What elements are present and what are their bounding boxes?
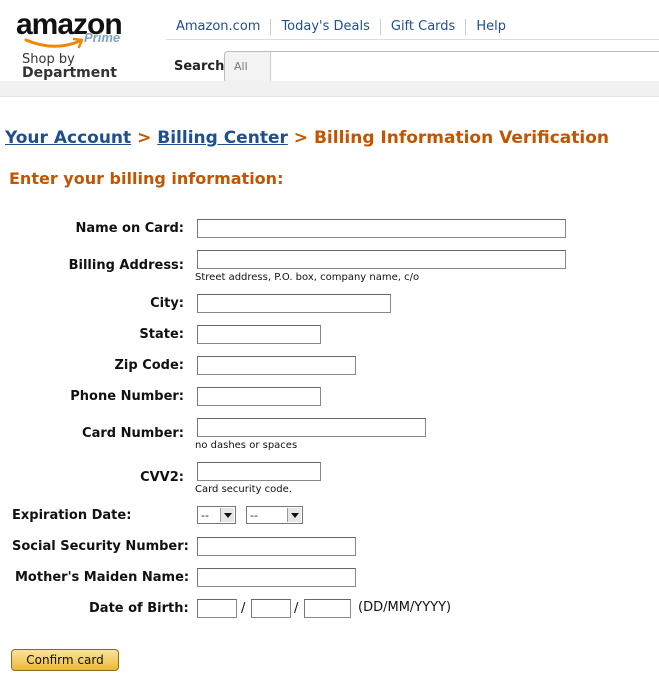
card-number-label: Card Number: bbox=[82, 426, 184, 441]
billing-address-label: Billing Address: bbox=[68, 258, 184, 273]
top-nav: Amazon.com Today's Deals Gift Cards Help bbox=[166, 17, 516, 37]
smile-arrow-icon bbox=[24, 37, 84, 49]
chevron-down-icon bbox=[287, 508, 301, 522]
dob-separator: / bbox=[294, 601, 299, 616]
breadcrumb-separator: > bbox=[137, 128, 152, 148]
header-band bbox=[0, 81, 659, 97]
breadcrumb: Your Account > Billing Center > Billing … bbox=[5, 128, 609, 148]
nav-link-amazon[interactable]: Amazon.com bbox=[166, 19, 270, 35]
cvv2-label: CVV2: bbox=[140, 470, 184, 485]
card-number-hint: no dashes or spaces bbox=[195, 440, 298, 451]
dob-label: Date of Birth: bbox=[89, 601, 189, 616]
billing-address-hint: Street address, P.O. box, company name, … bbox=[195, 272, 420, 283]
confirm-card-button[interactable]: Confirm card bbox=[11, 649, 119, 671]
nav-divider bbox=[166, 39, 659, 40]
breadcrumb-your-account[interactable]: Your Account bbox=[5, 128, 131, 148]
expiration-date-label: Expiration Date: bbox=[12, 508, 132, 523]
state-label: State: bbox=[139, 327, 184, 342]
dob-separator: / bbox=[241, 601, 246, 616]
zip-code-field[interactable] bbox=[197, 356, 356, 375]
city-label: City: bbox=[150, 296, 184, 311]
chevron-down-icon bbox=[220, 508, 234, 522]
billing-address-field[interactable] bbox=[197, 250, 566, 269]
nav-link-todays-deals[interactable]: Today's Deals bbox=[270, 19, 379, 35]
state-field[interactable] bbox=[197, 325, 321, 344]
site-header: amazon Prime Shop by Department Amazon.c… bbox=[0, 0, 659, 97]
dob-month-field[interactable] bbox=[251, 599, 291, 618]
dob-year-field[interactable] bbox=[304, 599, 351, 618]
breadcrumb-separator: > bbox=[293, 128, 309, 148]
amazon-logo[interactable]: amazon Prime bbox=[16, 8, 136, 49]
form-heading: Enter your billing information: bbox=[9, 169, 284, 188]
card-number-field[interactable] bbox=[197, 418, 426, 437]
cvv2-hint: Card security code. bbox=[195, 484, 292, 495]
name-on-card-label: Name on Card: bbox=[75, 221, 184, 236]
city-field[interactable] bbox=[197, 294, 391, 313]
expiration-year-select[interactable]: -- bbox=[246, 506, 303, 524]
expiration-month-value: -- bbox=[201, 509, 209, 522]
nav-link-help[interactable]: Help bbox=[465, 19, 516, 35]
phone-number-label: Phone Number: bbox=[70, 389, 184, 404]
nav-link-gift-cards[interactable]: Gift Cards bbox=[379, 19, 465, 35]
expiration-month-select[interactable]: -- bbox=[197, 506, 236, 524]
department-label[interactable]: Department bbox=[22, 66, 117, 81]
logo-prime-text: Prime bbox=[84, 30, 121, 45]
ssn-label: Social Security Number: bbox=[12, 539, 189, 554]
dob-day-field[interactable] bbox=[197, 599, 237, 618]
search-category-dropdown[interactable]: All bbox=[225, 52, 271, 82]
maiden-name-field[interactable] bbox=[197, 568, 356, 587]
search-input[interactable]: All bbox=[224, 51, 659, 83]
ssn-field[interactable] bbox=[197, 537, 356, 556]
dob-format-hint: (DD/MM/YYYY) bbox=[358, 600, 452, 615]
phone-number-field[interactable] bbox=[197, 387, 321, 406]
name-on-card-field[interactable] bbox=[197, 219, 566, 238]
search-label: Search bbox=[174, 59, 225, 74]
zip-code-label: Zip Code: bbox=[114, 358, 184, 373]
breadcrumb-billing-center[interactable]: Billing Center bbox=[157, 128, 288, 148]
breadcrumb-current: Billing Information Verification bbox=[313, 128, 609, 148]
expiration-year-value: -- bbox=[250, 509, 258, 522]
cvv2-field[interactable] bbox=[197, 462, 321, 481]
maiden-name-label: Mother's Maiden Name: bbox=[15, 570, 190, 585]
